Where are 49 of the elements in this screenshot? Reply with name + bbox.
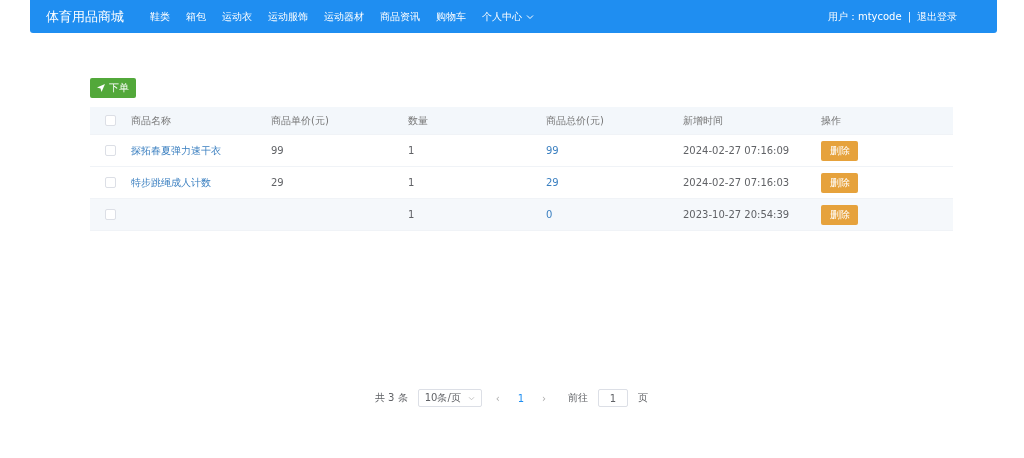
page-number[interactable]: 1 xyxy=(513,392,529,404)
column-header: 商品单价(元) xyxy=(271,113,330,128)
nav-link[interactable]: 个人中心 xyxy=(482,9,534,24)
nav-link[interactable]: 箱包 xyxy=(186,9,206,24)
table-cell: 2024-02-27 07:16:03 xyxy=(683,177,790,188)
goto-label: 前往 xyxy=(568,391,589,405)
page-size-select[interactable]: 10条/页 xyxy=(417,389,482,407)
nav-link[interactable]: 运动衣 xyxy=(222,9,252,24)
row-checkbox[interactable] xyxy=(105,209,116,220)
column-header: 数量 xyxy=(408,113,429,128)
table-cell: 99 xyxy=(271,145,284,156)
column-header: 操作 xyxy=(821,113,842,128)
nav-link[interactable]: 运动器材 xyxy=(324,9,364,24)
separator: | xyxy=(907,11,911,22)
table-cell: 1 xyxy=(408,145,415,156)
nav-link[interactable]: 商品资讯 xyxy=(380,9,420,24)
column-header: 商品名称 xyxy=(131,113,172,128)
row-checkbox[interactable] xyxy=(105,177,116,188)
product-name-link[interactable]: 特步跳绳成人计数 xyxy=(131,175,211,190)
row-checkbox[interactable] xyxy=(105,145,116,156)
delete-button[interactable]: 删除 xyxy=(821,172,858,193)
nav-link[interactable]: 运动服饰 xyxy=(268,9,308,24)
select-all-checkbox[interactable] xyxy=(105,115,116,126)
table-cell: 29 xyxy=(546,177,559,188)
table-cell: 1 xyxy=(408,209,415,220)
prev-page-button[interactable]: ‹ xyxy=(491,392,504,404)
total-count: 共 3 条 xyxy=(374,391,408,405)
product-name-link[interactable]: 探拓春夏弹力速干衣 xyxy=(131,143,221,158)
next-page-button[interactable]: › xyxy=(538,392,551,404)
nav-link[interactable]: 购物车 xyxy=(436,9,466,24)
site-title[interactable]: 体育用品商城 xyxy=(46,7,124,26)
nav-link[interactable]: 鞋类 xyxy=(150,9,170,24)
table-cell: 2024-02-27 07:16:09 xyxy=(683,145,790,156)
goto-page-field[interactable]: 1 xyxy=(598,389,629,407)
table-cell: 29 xyxy=(271,177,284,188)
chevron-down-icon xyxy=(467,395,475,401)
delete-button[interactable]: 删除 xyxy=(821,140,858,161)
order-button[interactable]: 下单 xyxy=(90,78,136,98)
send-icon xyxy=(97,84,105,92)
table-cell: 1 xyxy=(408,177,415,188)
user-name: 用户：mtycode xyxy=(827,9,902,24)
page-suffix: 页 xyxy=(638,391,649,405)
column-header: 商品总价(元) xyxy=(546,113,605,128)
delete-button[interactable]: 删除 xyxy=(821,204,858,225)
table-cell: 99 xyxy=(546,145,559,156)
table-cell: 2023-10-27 20:54:39 xyxy=(683,209,790,220)
table-cell: 0 xyxy=(546,209,553,220)
logout-link[interactable]: 退出登录 xyxy=(917,9,957,24)
column-header: 新增时间 xyxy=(683,113,724,128)
